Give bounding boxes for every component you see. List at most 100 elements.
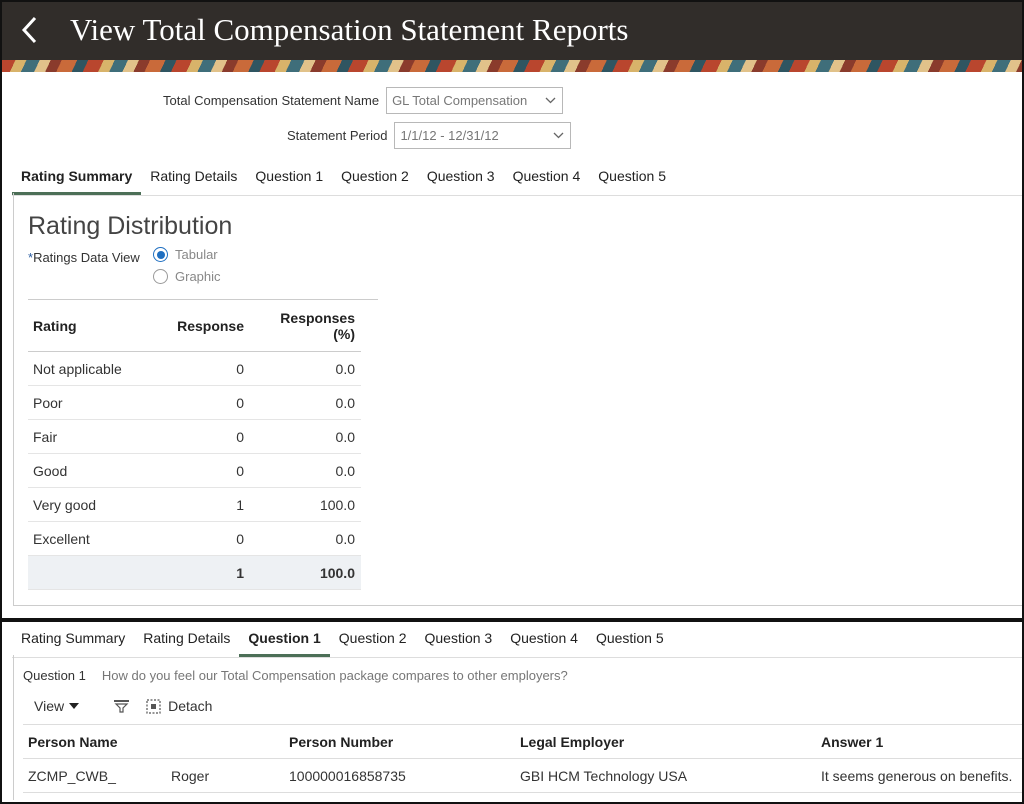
chevron-down-icon: [553, 132, 564, 139]
rating-cell: Excellent: [33, 530, 90, 547]
statement-period-row: Statement Period 1/1/12 - 12/31/12: [287, 122, 572, 149]
response-cell: 0: [236, 360, 244, 377]
col-person-number: Person Number: [289, 733, 394, 750]
detach-button[interactable]: Detach: [146, 698, 212, 714]
answer-cell: It seems generous on benefits.: [821, 767, 1013, 784]
view-menu[interactable]: View: [34, 698, 80, 714]
detach-icon: [146, 698, 161, 714]
col-legal-employer: Legal Employer: [520, 733, 625, 750]
total-percent-cell: 100.0: [319, 564, 355, 581]
tab-question-1[interactable]: Question 1: [239, 630, 330, 657]
col-responses-label: Responses: [280, 309, 355, 326]
table-row: Good 0 0.0: [28, 454, 361, 488]
tab-rating-details[interactable]: Rating Details: [134, 630, 239, 657]
bottom-tab-bar: Rating Summary Rating Details Question 1…: [12, 630, 1024, 658]
table-total-row: 1 100.0: [28, 556, 361, 590]
col-responses-pct: Responses (%): [244, 310, 355, 342]
rating-table-header: Rating Response Responses (%): [28, 300, 361, 352]
table-row: Poor 0 0.0: [28, 386, 361, 420]
person-number-cell: 100000016858735: [289, 767, 406, 784]
rating-cell: Not applicable: [33, 360, 122, 377]
col-pct-label: (%): [333, 325, 355, 342]
percent-cell: 100.0: [319, 496, 355, 513]
statement-name-label: Total Compensation Statement Name: [163, 93, 380, 108]
tab-question-5[interactable]: Question 5: [587, 630, 673, 657]
person-first-name: Roger: [171, 767, 210, 784]
rating-cell: Poor: [33, 394, 63, 411]
percent-cell: 0.0: [335, 360, 355, 377]
col-rating: Rating: [33, 317, 77, 334]
filter-icon: [114, 700, 130, 713]
statement-period-label: Statement Period: [287, 128, 388, 143]
detach-label: Detach: [168, 698, 213, 714]
statement-period-select[interactable]: 1/1/12 - 12/31/12: [394, 122, 572, 149]
question-row: Question 1 How do you feel our Total Com…: [23, 668, 568, 683]
back-button[interactable]: [0, 0, 60, 60]
ratings-data-view-label: *Ratings Data View: [28, 250, 140, 265]
radio-tabular[interactable]: Tabular: [153, 247, 218, 262]
tab-question-4[interactable]: Question 4: [501, 630, 587, 657]
tab-question-3[interactable]: Question 3: [416, 630, 502, 657]
caret-down-icon: [69, 702, 80, 709]
rating-cell: Fair: [33, 428, 58, 445]
tab-question-2[interactable]: Question 2: [332, 168, 418, 195]
percent-cell: 0.0: [335, 530, 355, 547]
chevron-left-icon: [21, 16, 37, 44]
table-row: Fair 0 0.0: [28, 420, 361, 454]
section-divider: [0, 618, 1024, 622]
tab-question-3[interactable]: Question 3: [418, 168, 504, 195]
table-row: Very good 1 100.0: [28, 488, 361, 522]
app-header: View Total Compensation Statement Report…: [0, 0, 1024, 60]
tab-rating-summary[interactable]: Rating Summary: [12, 630, 134, 657]
chevron-down-icon: [545, 97, 556, 104]
tab-question-1[interactable]: Question 1: [246, 168, 332, 195]
legal-employer-cell: GBI HCM Technology USA: [520, 767, 688, 784]
radio-selected-icon: [153, 247, 168, 262]
statement-name-select[interactable]: GL Total Compensation: [386, 87, 564, 114]
statement-name-row: Total Compensation Statement Name GL Tot…: [163, 87, 564, 114]
view-label: View: [34, 698, 65, 714]
table-row: Excellent 0 0.0: [28, 522, 361, 556]
question-label: Question 1: [23, 668, 86, 683]
rating-table: Rating Response Responses (%) Not applica…: [28, 299, 378, 590]
col-response: Response: [177, 317, 244, 334]
top-tab-bar: Rating Summary Rating Details Question 1…: [12, 168, 1024, 196]
radio-graphic[interactable]: Graphic: [153, 269, 221, 284]
col-person-name: Person Name: [28, 733, 118, 750]
page-title: View Total Compensation Statement Report…: [70, 12, 629, 47]
ratings-data-view-text: Ratings Data View: [33, 250, 140, 265]
total-response-cell: 1: [236, 564, 244, 581]
percent-cell: 0.0: [335, 428, 355, 445]
tab-rating-summary[interactable]: Rating Summary: [12, 168, 142, 195]
rating-distribution-title: Rating Distribution: [28, 212, 233, 240]
filter-button[interactable]: [113, 698, 130, 714]
rating-cell: Good: [33, 462, 68, 479]
decorative-banner: [0, 60, 1024, 72]
response-cell: 0: [236, 428, 244, 445]
statement-name-value: GL Total Compensation: [392, 93, 528, 108]
person-last-name: ZCMP_CWB_: [28, 767, 116, 784]
rating-cell: Very good: [33, 496, 97, 513]
table-toolbar: View Detach: [34, 698, 212, 714]
table-row: Not applicable 0 0.0: [28, 352, 361, 386]
person-name-cell: ZCMP_CWB_ Roger: [23, 768, 289, 784]
person-table-header: Person Name Person Number Legal Employer…: [23, 725, 1024, 759]
radio-tabular-label: Tabular: [175, 247, 218, 262]
person-table: Person Name Person Number Legal Employer…: [23, 725, 1024, 793]
tab-question-4[interactable]: Question 4: [504, 168, 590, 195]
percent-cell: 0.0: [335, 462, 355, 479]
table-row[interactable]: ZCMP_CWB_ Roger 100000016858735 GBI HCM …: [23, 759, 1024, 793]
statement-period-value: 1/1/12 - 12/31/12: [400, 128, 499, 143]
tab-question-5[interactable]: Question 5: [589, 168, 675, 195]
col-answer-1: Answer 1: [821, 733, 884, 750]
response-cell: 1: [236, 496, 244, 513]
tab-question-2[interactable]: Question 2: [330, 630, 416, 657]
response-cell: 0: [236, 530, 244, 547]
radio-unselected-icon: [153, 269, 168, 284]
tab-rating-details[interactable]: Rating Details: [141, 168, 246, 195]
question-text: How do you feel our Total Compensation p…: [101, 668, 568, 683]
percent-cell: 0.0: [335, 394, 355, 411]
response-cell: 0: [236, 462, 244, 479]
response-cell: 0: [236, 394, 244, 411]
radio-graphic-label: Graphic: [175, 269, 221, 284]
